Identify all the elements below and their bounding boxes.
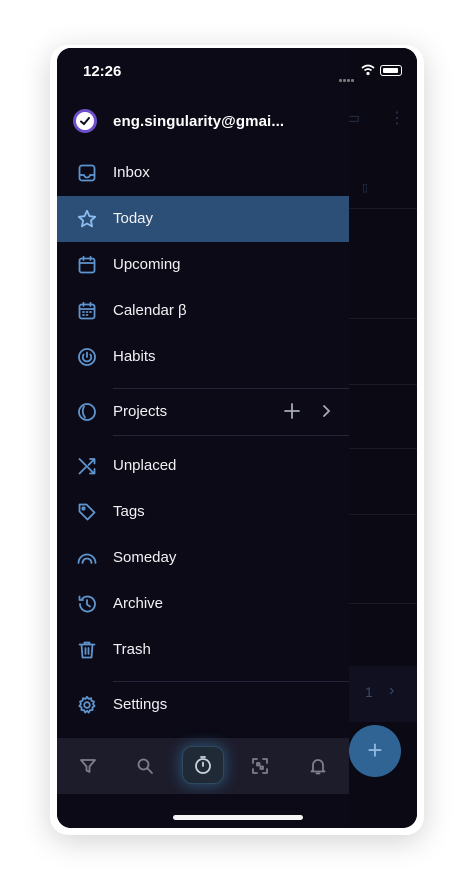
timer-icon[interactable] bbox=[182, 746, 224, 784]
menu-item-projects[interactable]: Projects bbox=[57, 389, 349, 435]
divider bbox=[349, 514, 417, 515]
divider bbox=[349, 384, 417, 385]
add-task-button[interactable]: + bbox=[349, 725, 401, 777]
menu-item-someday[interactable]: Someday bbox=[57, 535, 349, 581]
signal-icon bbox=[339, 69, 357, 82]
navigation-drawer: eng.singularity@gmai... Inbox Today Upco… bbox=[57, 48, 349, 828]
status-bar: 12:26 bbox=[57, 48, 417, 92]
divider bbox=[349, 603, 417, 604]
gear-icon bbox=[77, 695, 97, 715]
menu-item-label: Projects bbox=[113, 403, 168, 420]
menu-item-label: Habits bbox=[113, 348, 156, 365]
divider bbox=[349, 448, 417, 449]
menu-item-label: Archive bbox=[113, 595, 164, 612]
calendar-icon bbox=[77, 255, 97, 275]
shuffle-icon bbox=[77, 456, 97, 476]
calendar-grid-icon bbox=[77, 301, 97, 321]
chevron-right-icon[interactable]: › bbox=[389, 682, 394, 700]
wifi-icon bbox=[361, 64, 375, 76]
menu-item-unplaced[interactable]: Unplaced bbox=[57, 443, 349, 489]
menu-item-archive[interactable]: Archive bbox=[57, 581, 349, 627]
menu-item-calendar[interactable]: Calendar β bbox=[57, 288, 349, 334]
bottom-toolbar bbox=[57, 738, 349, 794]
divider bbox=[349, 318, 417, 319]
menu-item-habits[interactable]: Habits bbox=[57, 334, 349, 380]
avatar bbox=[73, 109, 97, 133]
menu-item-label: Inbox bbox=[113, 164, 150, 181]
menu-item-inbox[interactable]: Inbox bbox=[57, 150, 349, 196]
battery-icon bbox=[380, 65, 402, 76]
home-indicator[interactable] bbox=[173, 815, 303, 820]
menu-item-label: Upcoming bbox=[113, 256, 181, 273]
check-icon bbox=[80, 117, 90, 126]
menu-item-label: Calendar β bbox=[113, 302, 187, 319]
habits-icon bbox=[77, 347, 97, 367]
menu-item-tags[interactable]: Tags bbox=[57, 489, 349, 535]
filter-icon[interactable] bbox=[73, 751, 103, 781]
menu-item-label: Settings bbox=[113, 696, 168, 713]
history-icon bbox=[77, 594, 97, 614]
someday-icon bbox=[77, 548, 97, 568]
divider bbox=[113, 435, 349, 436]
plus-icon[interactable] bbox=[283, 402, 301, 420]
page-number: 1 bbox=[365, 684, 373, 700]
projects-actions bbox=[283, 402, 335, 420]
scan-icon[interactable] bbox=[245, 751, 275, 781]
divider bbox=[349, 208, 417, 209]
inbox-icon bbox=[77, 163, 97, 183]
account-email: eng.singularity@gmai... bbox=[113, 112, 285, 130]
projects-icon bbox=[77, 402, 97, 422]
bottom-safe-area bbox=[57, 794, 349, 828]
search-icon[interactable] bbox=[130, 751, 160, 781]
menu-item-label: Trash bbox=[113, 641, 151, 658]
tag-icon bbox=[77, 502, 97, 522]
chevron-right-icon[interactable] bbox=[317, 402, 335, 420]
menu-item-today[interactable]: Today bbox=[57, 196, 349, 242]
menu-item-label: Someday bbox=[113, 549, 177, 566]
menu-item-label: Tags bbox=[113, 503, 145, 520]
status-time: 12:26 bbox=[83, 63, 122, 80]
menu-item-label: Unplaced bbox=[113, 457, 177, 474]
bell-icon[interactable] bbox=[303, 751, 333, 781]
phone-screen: ▭ ⋮ ▯ 1 › + 12:26 eng.singularity@gmai..… bbox=[57, 48, 417, 828]
star-icon bbox=[77, 209, 97, 229]
menu-item-settings[interactable]: Settings bbox=[57, 682, 349, 728]
account-row[interactable]: eng.singularity@gmai... bbox=[73, 108, 284, 134]
menu-item-trash[interactable]: Trash bbox=[57, 627, 349, 673]
pagination-row: 1 › bbox=[349, 666, 417, 722]
more-icon[interactable]: ⋮ bbox=[389, 108, 405, 128]
menu-item-label: Today bbox=[113, 210, 154, 227]
note-icon: ▯ bbox=[362, 182, 369, 194]
menu-item-upcoming[interactable]: Upcoming bbox=[57, 242, 349, 288]
trash-icon bbox=[77, 640, 97, 660]
